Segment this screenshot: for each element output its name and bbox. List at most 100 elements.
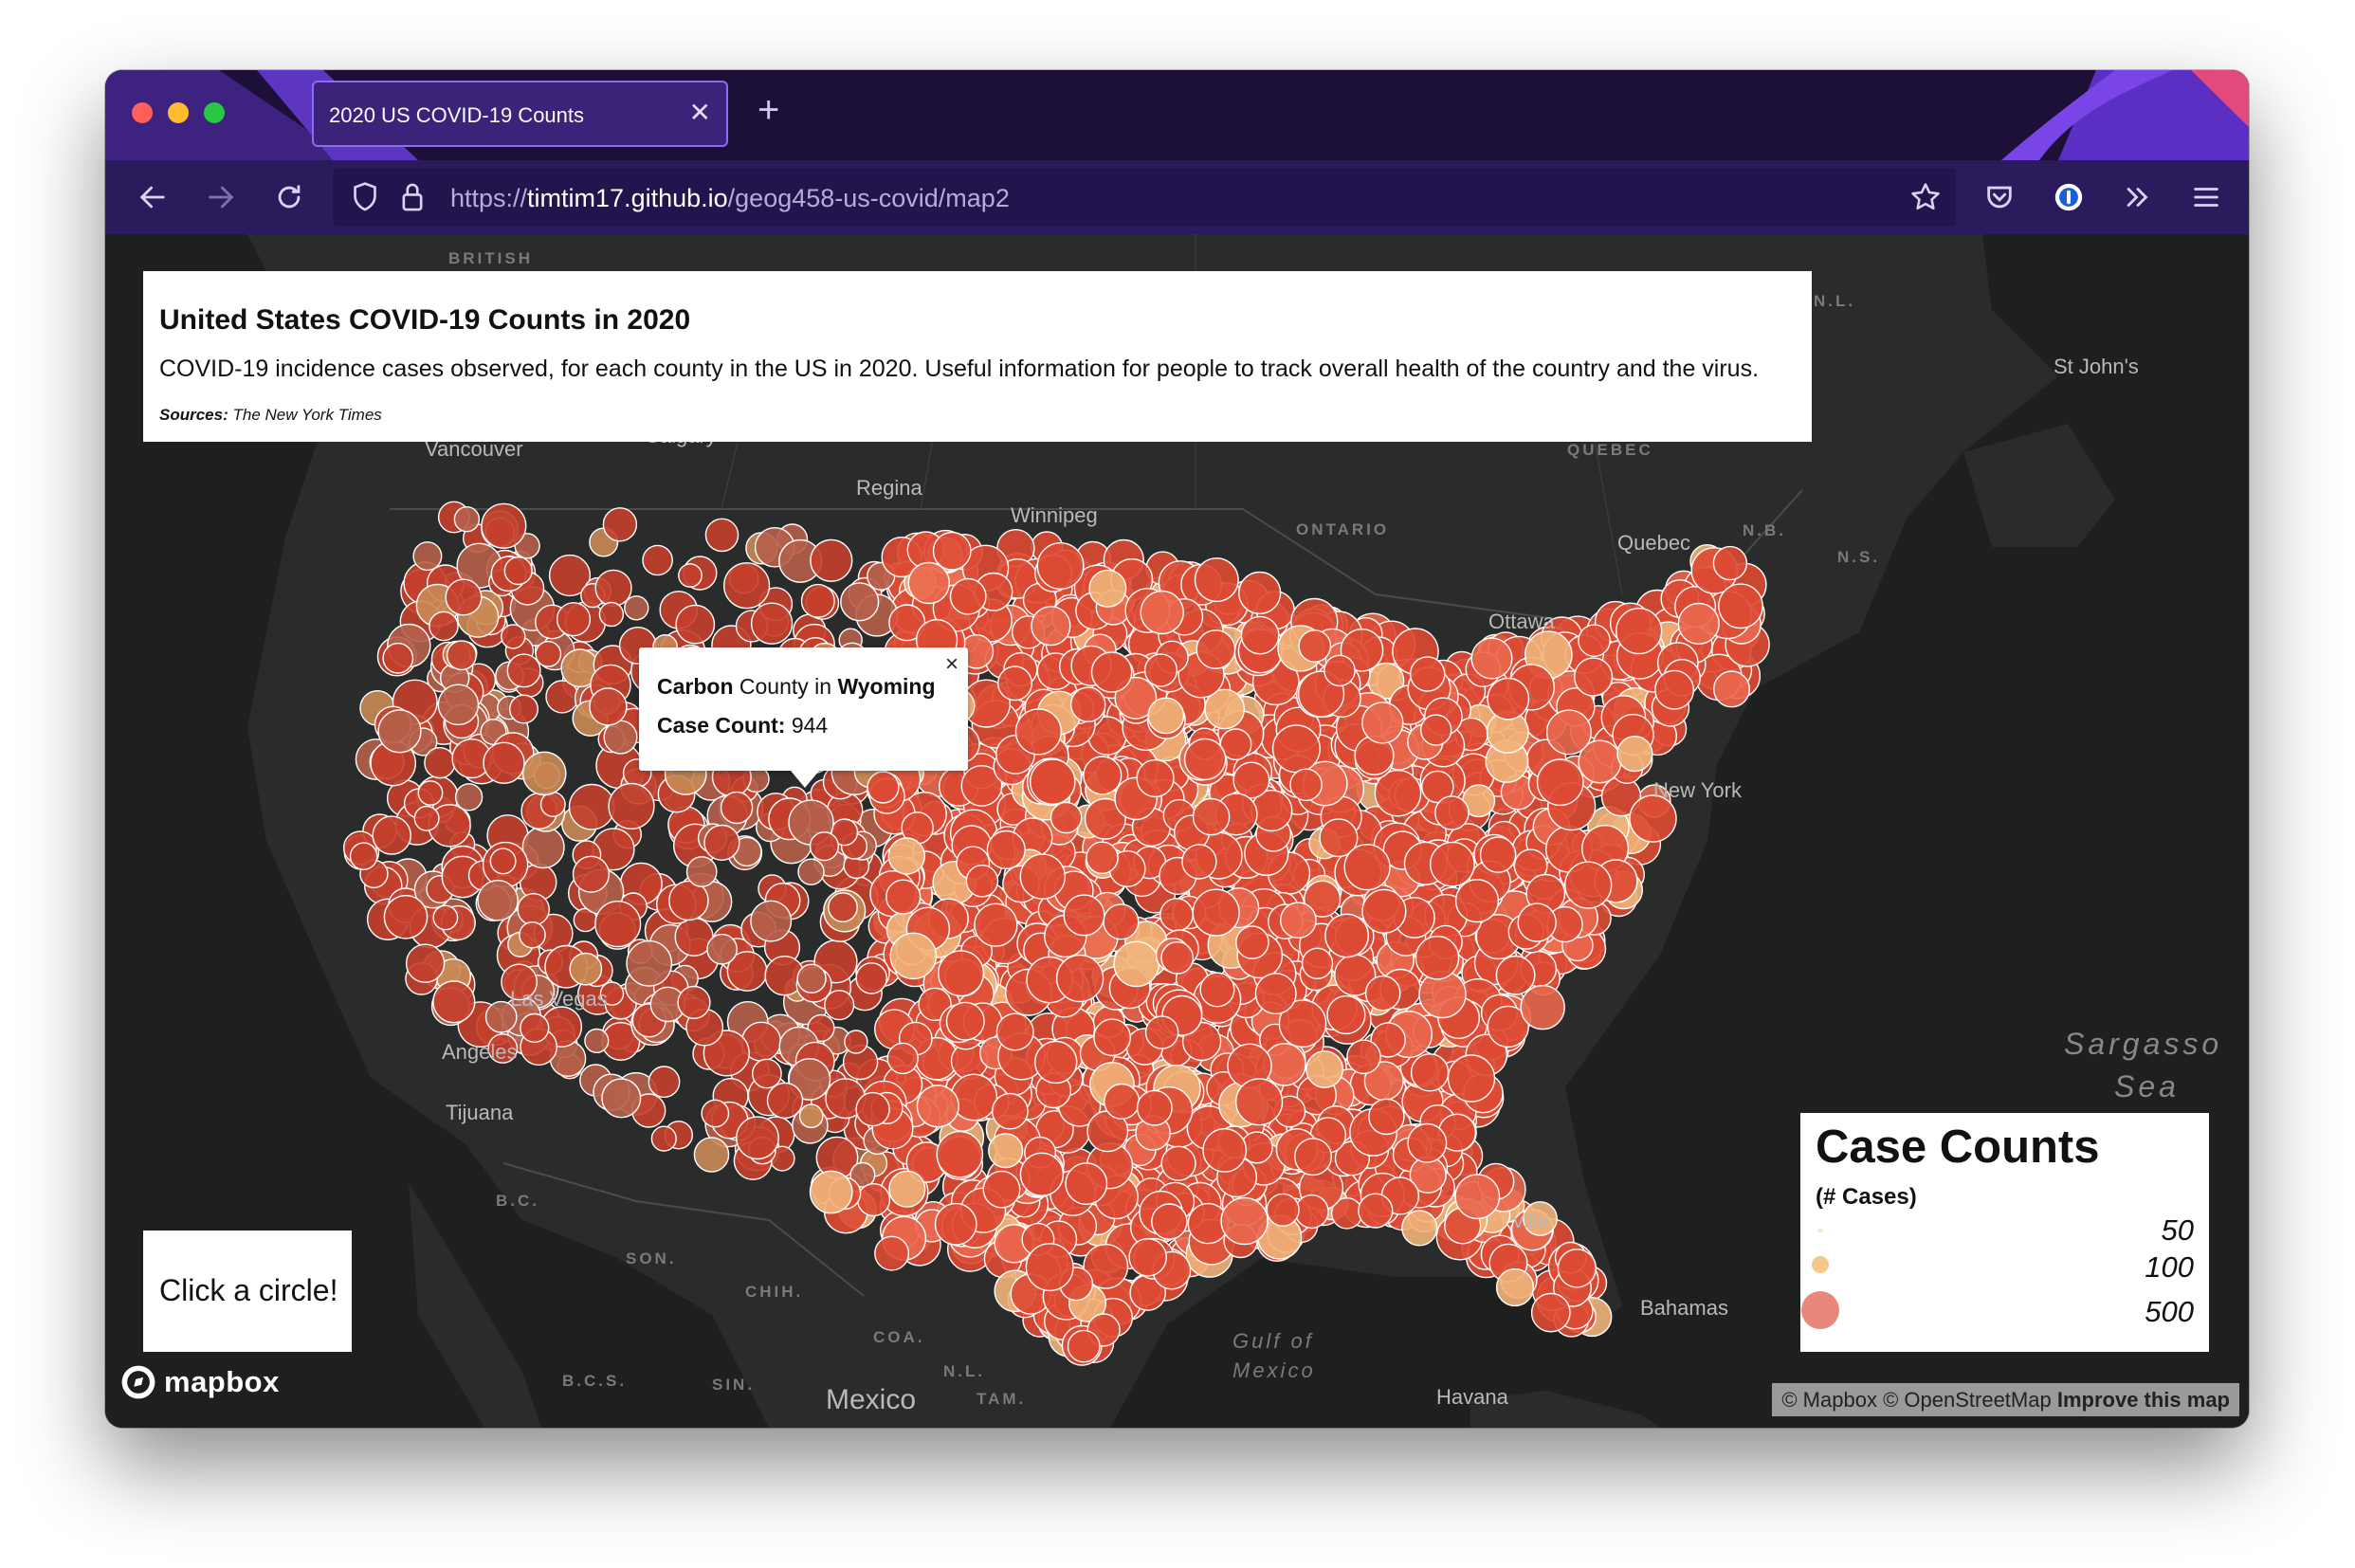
county-circle[interactable] — [521, 751, 567, 796]
county-circle[interactable] — [1294, 1194, 1329, 1230]
county-circle[interactable] — [521, 826, 565, 869]
county-circle[interactable] — [856, 1182, 891, 1217]
county-circle[interactable] — [1530, 1292, 1571, 1333]
county-circle[interactable] — [1254, 973, 1297, 1015]
county-circle[interactable] — [855, 1091, 890, 1127]
county-circle[interactable] — [1238, 571, 1282, 614]
county-circle[interactable] — [1019, 853, 1066, 900]
county-circle[interactable] — [1183, 738, 1227, 781]
county-circle[interactable] — [1536, 758, 1584, 807]
county-circle[interactable] — [483, 741, 525, 784]
county-circle[interactable] — [1034, 1040, 1078, 1085]
county-circle[interactable] — [797, 858, 825, 885]
county-circle[interactable] — [1240, 615, 1280, 655]
county-circle[interactable] — [1616, 735, 1653, 773]
county-circle[interactable] — [886, 1042, 919, 1075]
county-circle[interactable] — [1364, 975, 1401, 1012]
county-circle[interactable] — [800, 583, 835, 618]
county-circle[interactable] — [1407, 1122, 1448, 1163]
county-circle[interactable] — [503, 556, 533, 586]
county-circle[interactable] — [840, 582, 880, 622]
county-circle[interactable] — [382, 642, 414, 674]
close-window-button[interactable] — [132, 102, 153, 123]
overflow-menu-button[interactable] — [2119, 178, 2157, 216]
county-circle[interactable] — [601, 1078, 642, 1119]
county-circle[interactable] — [1147, 697, 1185, 735]
app-menu-button[interactable] — [2187, 178, 2225, 216]
county-circle[interactable] — [429, 611, 459, 642]
county-circle[interactable] — [1199, 972, 1235, 1008]
county-circle[interactable] — [907, 561, 950, 605]
county-circle[interactable] — [750, 900, 793, 942]
county-circle[interactable] — [796, 963, 827, 994]
county-circle[interactable] — [1271, 724, 1321, 774]
county-circle[interactable] — [568, 783, 615, 830]
county-circle[interactable] — [1086, 841, 1119, 875]
county-circle[interactable] — [1368, 1098, 1405, 1136]
county-circle[interactable] — [1573, 657, 1614, 697]
county-circle[interactable] — [608, 782, 655, 830]
county-circle[interactable] — [1192, 797, 1231, 836]
county-circle[interactable] — [988, 1133, 1024, 1169]
county-circle[interactable] — [1140, 590, 1184, 635]
county-circle[interactable] — [706, 933, 738, 965]
county-circle[interactable] — [1409, 656, 1446, 692]
county-circle[interactable] — [810, 538, 853, 582]
county-circle[interactable] — [556, 602, 592, 637]
county-circle[interactable] — [1415, 936, 1460, 980]
county-circle[interactable] — [539, 792, 566, 818]
lock-icon[interactable] — [399, 181, 426, 213]
county-circle[interactable] — [693, 1137, 730, 1173]
county-circle[interactable] — [1343, 844, 1391, 891]
county-circle[interactable] — [1136, 1089, 1173, 1126]
county-circle[interactable] — [885, 879, 922, 915]
county-circle[interactable] — [766, 1082, 804, 1120]
county-circle[interactable] — [1055, 954, 1104, 1003]
county-circle[interactable] — [1495, 1267, 1535, 1307]
county-circle[interactable] — [1136, 758, 1175, 798]
county-circle[interactable] — [1430, 841, 1475, 887]
county-circle[interactable] — [722, 562, 771, 610]
url-text[interactable]: https://timtim17.github.io/geog458-us-co… — [450, 184, 1010, 213]
county-circle[interactable] — [602, 507, 638, 542]
county-circle[interactable] — [520, 1012, 550, 1043]
county-circle[interactable] — [752, 1058, 782, 1089]
sources-link[interactable]: The New York Times — [232, 406, 381, 424]
county-circle[interactable] — [1517, 903, 1557, 942]
county-circle[interactable] — [1324, 654, 1356, 687]
county-circle[interactable] — [1564, 861, 1613, 909]
county-circle[interactable] — [1557, 1249, 1597, 1288]
county-circle[interactable] — [1083, 756, 1123, 795]
county-circle[interactable] — [888, 1170, 926, 1208]
county-circle[interactable] — [1159, 898, 1194, 932]
county-circle[interactable] — [945, 1001, 985, 1041]
county-circle[interactable] — [509, 694, 539, 724]
county-circle[interactable] — [1712, 670, 1750, 708]
county-circle[interactable] — [1050, 801, 1083, 834]
county-circle[interactable] — [678, 563, 703, 588]
county-circle[interactable] — [1063, 894, 1105, 937]
county-circle[interactable] — [1712, 545, 1748, 581]
county-circle[interactable] — [936, 1130, 984, 1178]
county-circle[interactable] — [1113, 940, 1159, 988]
county-circle[interactable] — [974, 903, 1018, 947]
county-circle[interactable] — [1324, 913, 1370, 958]
county-circle[interactable] — [477, 880, 519, 921]
county-circle[interactable] — [1293, 1138, 1332, 1176]
county-circle[interactable] — [874, 1235, 910, 1271]
county-circle[interactable] — [992, 1092, 1029, 1130]
county-circle[interactable] — [1718, 583, 1763, 629]
county-circle[interactable] — [986, 830, 1026, 869]
county-circle[interactable] — [1305, 1050, 1344, 1088]
map-canvas[interactable]: BRITISH N.L. St John's Vancouver Calgary… — [105, 234, 2249, 1428]
county-circle[interactable] — [432, 980, 476, 1024]
tab-close-icon[interactable]: ✕ — [689, 97, 711, 129]
new-tab-button[interactable]: + — [758, 89, 779, 131]
address-bar[interactable]: https://timtim17.github.io/geog458-us-co… — [333, 168, 1956, 227]
county-circle[interactable] — [1088, 569, 1127, 608]
county-circle[interactable] — [1358, 1193, 1394, 1229]
county-circle[interactable] — [844, 1030, 868, 1054]
county-circle[interactable] — [584, 1028, 610, 1053]
county-circle[interactable] — [809, 1170, 853, 1214]
county-circle[interactable] — [517, 893, 551, 926]
